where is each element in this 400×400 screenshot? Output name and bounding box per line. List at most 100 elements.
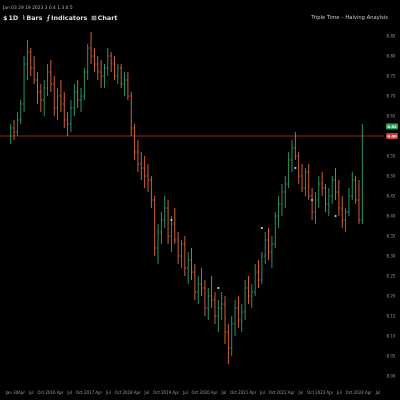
y-tick-label: 8.35	[387, 233, 396, 238]
y-tick-label: 8.25	[387, 273, 396, 278]
ohlc-bar	[42, 80, 46, 116]
x-tick-label: Jul	[375, 390, 381, 395]
ohlc-bar	[203, 280, 207, 316]
ohlc-bar	[86, 44, 89, 80]
ohlc-bar	[170, 216, 173, 252]
ohlc-bar	[334, 168, 337, 200]
y-tick-label: 8.30	[387, 253, 396, 258]
ohlc-bar	[347, 188, 351, 216]
price-tags: 8.62 8.60	[386, 123, 398, 139]
layout-button[interactable]: ⊞ Chart	[91, 14, 117, 22]
x-tick-label: 2016	[45, 390, 56, 395]
ohlc-bar	[284, 176, 287, 208]
ohlc-bar	[250, 284, 254, 308]
ohlc-bar	[163, 196, 166, 228]
ohlc-bar	[314, 192, 317, 224]
interval-button[interactable]: $ 1D	[3, 14, 18, 22]
ohlc-bar	[227, 324, 230, 364]
x-tick-label: Jul	[336, 390, 342, 395]
price-chart[interactable]: 8.85 8.80 8.75 8.70 8.65 8.60 8.55 8.50 8.45 8.40…	[0, 0, 400, 400]
x-tick-label: Oct	[153, 390, 160, 395]
ohlc-bar	[237, 296, 240, 328]
x-tick-label: 2019	[161, 390, 172, 395]
ohlc-bar	[307, 164, 310, 200]
ohlc-bar	[297, 152, 300, 184]
layout-icon: ⊞	[91, 14, 97, 22]
chart-type-button[interactable]: ⌇ Bars	[22, 14, 42, 22]
ohlc-bar	[59, 80, 63, 112]
chart-area[interactable]: 8.85 8.80 8.75 8.70 8.65 8.60 8.55 8.50 8.45 8.40…	[0, 0, 400, 400]
ohlc-bar	[180, 240, 183, 268]
ohlc-bar	[130, 92, 133, 136]
ohlc-bar	[63, 92, 66, 128]
ohlc-bar	[79, 88, 83, 112]
ohlc-bar	[126, 72, 130, 100]
indicator-legend[interactable]: Triple Time – Halving Anaylsis	[311, 15, 388, 21]
x-tick-label: 2018	[122, 390, 133, 395]
ohlc-bar	[280, 184, 284, 216]
ohlc-bar	[217, 300, 220, 332]
ohlc-bar	[270, 236, 274, 268]
ohlc-bar	[83, 68, 86, 100]
ohlc-bar	[287, 152, 290, 188]
ohlc-bar	[19, 100, 22, 124]
ohlc-bar	[39, 84, 43, 112]
x-tick-label: Oct	[269, 390, 276, 395]
bars-icon: ⌇	[22, 14, 26, 22]
ohlc-bar	[160, 212, 163, 244]
signal-dot	[310, 198, 314, 202]
ohlc-bar	[16, 112, 19, 136]
ohlc-bar	[113, 56, 116, 80]
ohlc-bar	[267, 228, 270, 260]
layout-label: Chart	[97, 14, 118, 22]
price-tag: 8.60	[386, 133, 398, 139]
ohlc-bar	[119, 64, 123, 88]
ohlc-bar	[156, 224, 160, 264]
ohlc-bar	[166, 200, 170, 244]
function-icon: ⨍	[46, 14, 51, 22]
y-tick-label: 8.70	[387, 93, 396, 98]
ohlc-bar	[73, 84, 76, 116]
ohlc-bar	[357, 180, 361, 224]
x-tick-label: Apr	[172, 390, 179, 395]
y-tick-label: 8.10	[387, 333, 396, 338]
ohlc-bar	[304, 168, 307, 196]
ohlc-bar	[22, 56, 26, 112]
x-tick-label: Jul	[182, 390, 188, 395]
signal-dot	[260, 226, 263, 230]
ohlc-bar	[36, 72, 39, 104]
ohlc-bar	[103, 64, 106, 88]
ohlc-bar	[32, 56, 36, 84]
ohlc-bar	[207, 288, 210, 320]
x-tick-label: Jul	[143, 390, 149, 395]
x-tick-label: 2023	[315, 390, 326, 395]
signal-dot	[334, 214, 337, 218]
x-tick-label: Jul	[28, 390, 34, 395]
ohlc-bar	[233, 300, 237, 336]
ohlc-bar	[140, 152, 143, 180]
x-tick-label: 2024	[354, 390, 365, 395]
ohlc-bar	[253, 264, 257, 296]
y-tick-label: 8.85	[387, 33, 396, 38]
ohlc-bar	[337, 180, 341, 216]
ohlc-bar	[133, 124, 136, 160]
y-tick-label: 8.65	[387, 113, 396, 118]
price-tag-label: 8.62	[387, 124, 397, 129]
ohlc-bar	[223, 296, 227, 344]
ohlc-bar	[361, 124, 364, 224]
ohlc-bar	[143, 156, 146, 188]
ohlc-bar	[260, 252, 264, 284]
x-tick-label: Jul	[220, 390, 226, 395]
x-tick-label: 2017	[84, 390, 95, 395]
ohlc-bar	[264, 232, 267, 264]
ohlc-bar	[247, 276, 250, 304]
ohlc-bar	[213, 292, 217, 324]
ohlc-bar	[257, 260, 260, 288]
x-tick-label: 2020	[200, 390, 211, 395]
ohlc-bar	[351, 172, 354, 200]
y-tick-label: 8.50	[387, 173, 396, 178]
x-tick-label: 2021	[238, 390, 249, 395]
indicators-button[interactable]: ⨍ Indicators	[46, 14, 87, 22]
dollar-icon: $	[3, 14, 8, 22]
ohlc-bar	[210, 276, 213, 308]
